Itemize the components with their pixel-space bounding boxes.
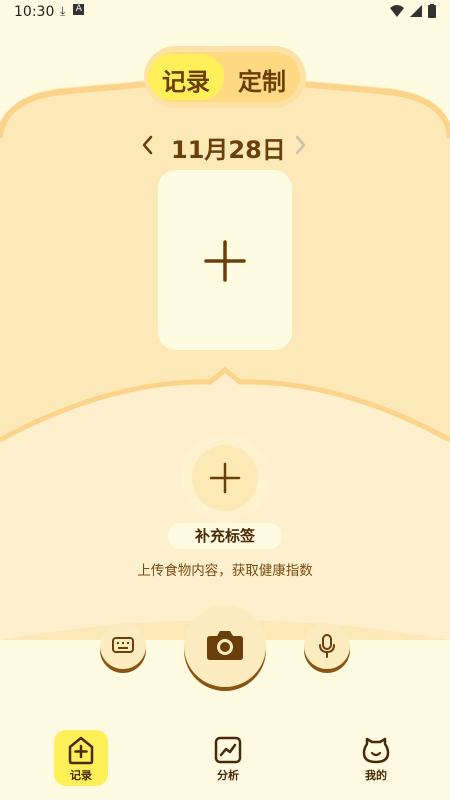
microphone-icon: [319, 634, 335, 658]
download-icon: ⤓: [60, 4, 66, 18]
chevron-left-icon[interactable]: [140, 134, 154, 156]
battery-icon: [428, 4, 436, 18]
status-left-icons: ⤓ A: [60, 4, 85, 19]
keyboard-icon: [112, 637, 134, 653]
nav-item-record[interactable]: 记录: [51, 730, 111, 783]
keyboard-input-button[interactable]: [100, 623, 146, 669]
camera-icon: [207, 631, 243, 660]
wifi-icon: [390, 5, 404, 17]
nav-item-analysis[interactable]: 分析: [198, 730, 258, 783]
camera-button[interactable]: [184, 605, 266, 687]
add-tag-label[interactable]: 补充标签: [168, 523, 282, 549]
nav-item-mine[interactable]: 我的: [346, 730, 406, 783]
voice-input-button[interactable]: [304, 623, 350, 669]
upload-hint: 上传食物内容，获取健康指数: [137, 563, 313, 579]
nav-label-analysis: 分析: [217, 769, 239, 782]
signal-icon: [410, 5, 422, 17]
status-right-icons: [390, 4, 436, 18]
chevron-right-icon[interactable]: [294, 134, 308, 156]
status-bar: 10:30 ⤓ A: [0, 0, 450, 26]
tab-record[interactable]: 记录: [162, 62, 210, 97]
date-label: 11月28日: [171, 136, 286, 164]
text-a-icon: A: [73, 4, 85, 15]
nav-label-mine: 我的: [365, 769, 387, 782]
plus-icon: [204, 240, 246, 282]
status-time: 10:30: [14, 4, 55, 20]
nav-label-record: 记录: [70, 769, 92, 782]
plus-icon: [209, 462, 241, 494]
chart-icon: [214, 736, 242, 764]
bear-face-icon: [362, 737, 390, 764]
tab-custom[interactable]: 定制: [238, 62, 286, 97]
add-record-icon: [68, 736, 94, 765]
